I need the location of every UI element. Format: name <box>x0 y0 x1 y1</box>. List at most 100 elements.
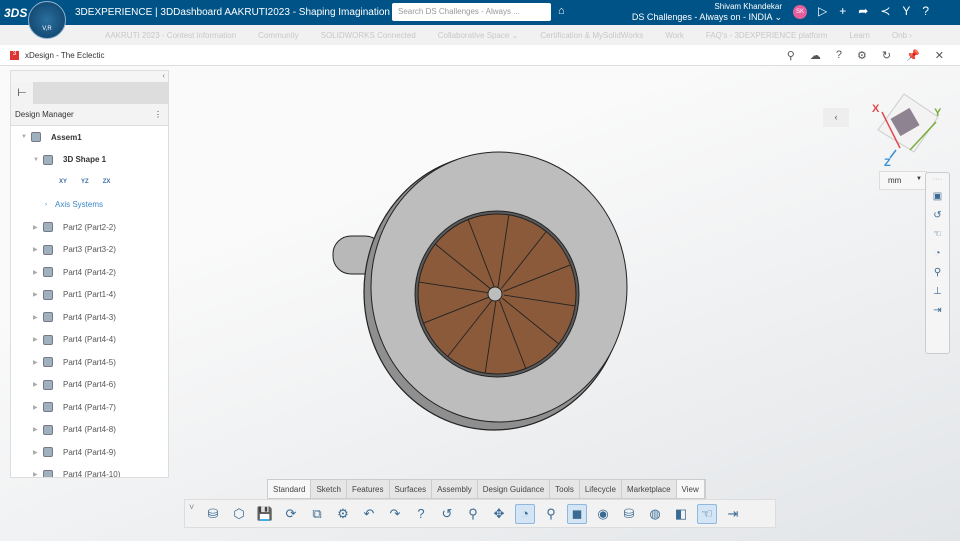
view-orient-icon[interactable]: ◧ <box>671 504 691 524</box>
dashboard-tab[interactable]: Collaborative Space ⌄ <box>438 31 519 40</box>
exit-icon[interactable]: ⇥ <box>933 305 941 316</box>
dashboard-tab[interactable]: Certification & MySolidWorks <box>540 31 643 40</box>
exit-view-icon[interactable]: ⇥ <box>723 504 743 524</box>
render-icon[interactable]: ◍ <box>645 504 665 524</box>
section-icon[interactable]: ⛁ <box>619 504 639 524</box>
tree-item[interactable]: ▼ 3D Shape 1 <box>11 149 168 172</box>
tree-item[interactable]: ▶ Part1 (Part1-4) <box>11 284 168 307</box>
compass-button[interactable]: V,R <box>28 1 66 39</box>
data-icon[interactable]: ⛁ <box>203 504 223 524</box>
expand-icon[interactable]: ▶ <box>33 359 43 366</box>
tab-surfaces[interactable]: Surfaces <box>390 480 433 498</box>
tab-lifecycle[interactable]: Lifecycle <box>580 480 622 498</box>
dashboard-tab[interactable]: SOLIDWORKS Connected <box>321 31 416 40</box>
rotate-lock-icon[interactable]: ↺ <box>437 504 457 524</box>
network-icon[interactable]: ≺ <box>880 4 890 18</box>
tree-item[interactable]: ▶ Part2 (Part2-2) <box>11 216 168 239</box>
dashboard-tab[interactable]: Learn <box>849 31 869 40</box>
help-icon[interactable]: ? <box>922 4 929 18</box>
dashboard-tab[interactable]: AAKRUTI 2023 - Contest information <box>105 31 236 40</box>
dashboard-tab[interactable]: Work <box>665 31 684 40</box>
tree-item[interactable]: ▶ Part3 (Part3-2) <box>11 239 168 262</box>
insert-icon[interactable]: ⧉ <box>307 504 327 524</box>
avatar[interactable]: SK <box>793 5 807 19</box>
tab-tools[interactable]: Tools <box>550 480 580 498</box>
view-cube-icon[interactable]: ◼ <box>567 503 587 524</box>
undo-icon[interactable]: ↶ <box>359 504 379 524</box>
tree-item[interactable]: ▼ Assem1 <box>11 126 168 149</box>
collapse-panel-button[interactable]: ‹ <box>823 108 849 127</box>
tree-item[interactable]: ▶ Part4 (Part4-7) <box>11 396 168 419</box>
gear-icon[interactable]: ⚙ <box>857 49 867 62</box>
units-dropdown[interactable]: mm ▼ <box>879 171 927 190</box>
tab-sketch[interactable]: Sketch <box>311 480 347 498</box>
tree-item[interactable]: ▶ Part4 (Part4-10) <box>11 464 168 477</box>
redo-icon[interactable]: ↷ <box>385 504 405 524</box>
pin-icon[interactable]: 📌 <box>906 49 920 62</box>
plane-xy-icon[interactable]: XY <box>59 179 67 185</box>
dashboard-tab[interactable]: FAQ's - 3DEXPERIENCE platform <box>706 31 828 40</box>
expand-icon[interactable]: ▼ <box>21 134 31 140</box>
tab-assembly[interactable]: Assembly <box>432 480 478 498</box>
tree-item[interactable]: › Axis Systems <box>11 194 168 217</box>
expand-icon[interactable]: ▶ <box>33 449 43 456</box>
expand-icon[interactable]: ▶ <box>33 426 43 433</box>
expand-toolbar-icon[interactable]: ˅ <box>189 502 194 512</box>
search-icon[interactable]: ⚲ <box>787 49 795 62</box>
plane-icon[interactable]: ⊥ <box>933 286 942 297</box>
print-icon[interactable]: ▣ <box>933 191 942 202</box>
save-icon[interactable]: 💾 <box>255 504 275 524</box>
close-icon[interactable]: ✕ <box>935 49 944 62</box>
tree-item[interactable]: ▶ Part4 (Part4-9) <box>11 441 168 464</box>
help-icon[interactable]: ? <box>836 49 842 62</box>
expand-icon[interactable]: ▶ <box>33 471 43 477</box>
dashboard-tab[interactable]: Community <box>258 31 298 40</box>
select-icon[interactable]: ☜ <box>697 503 717 524</box>
tab-features[interactable]: Features <box>347 480 390 498</box>
options-icon[interactable]: ⚙ <box>333 504 353 524</box>
plane-yz-icon[interactable]: YZ <box>81 179 89 185</box>
help-icon[interactable]: ? <box>411 504 431 524</box>
zoom-icon[interactable]: ⚲ <box>934 267 941 278</box>
tree-item[interactable]: ▶ Part4 (Part4-3) <box>11 306 168 329</box>
expand-icon[interactable]: ▶ <box>33 269 43 276</box>
expand-icon[interactable]: ▶ <box>33 314 43 321</box>
share-icon[interactable]: ➦ <box>858 4 868 18</box>
dashboard-title[interactable]: 3DEXPERIENCE | 3DDashboard AAKRUTI2023 -… <box>75 7 401 18</box>
dashboard-tab[interactable]: Onb › <box>892 31 912 40</box>
tab-view[interactable]: View <box>676 480 705 498</box>
tree-item[interactable]: ▶ Part4 (Part4-2) <box>11 261 168 284</box>
visibility-icon[interactable]: ◉ <box>593 504 613 524</box>
expand-icon[interactable]: ▶ <box>33 381 43 388</box>
tree-item[interactable]: ▶ Part4 (Part4-4) <box>11 329 168 352</box>
cloud-icon[interactable]: ☁ <box>810 49 821 62</box>
select-icon[interactable]: ☜ <box>933 229 942 240</box>
rotate-lock-icon[interactable]: ↺ <box>933 210 941 221</box>
add-icon[interactable]: + <box>839 4 846 18</box>
zoom-icon[interactable]: ⚲ <box>463 504 483 524</box>
tab-standard[interactable]: Standard <box>268 480 312 498</box>
compass-app-icon[interactable]: Y <box>902 4 910 18</box>
plane-zx-icon[interactable]: ZX <box>103 179 111 185</box>
tab-marketplace[interactable]: Marketplace <box>622 480 677 498</box>
bookmark-icon[interactable]: ▷ <box>818 4 827 18</box>
tab-design-guidance[interactable]: Design Guidance <box>478 480 551 498</box>
tree-tab-icon[interactable]: ⊢ <box>11 82 33 104</box>
refresh-icon[interactable]: ↻ <box>882 49 891 62</box>
tree-item[interactable]: ▶ Part4 (Part4-5) <box>11 351 168 374</box>
expand-icon[interactable]: ▶ <box>33 246 43 253</box>
expand-icon[interactable]: ▶ <box>33 404 43 411</box>
view-cube[interactable]: X Y Z <box>866 92 946 167</box>
tree-item[interactable]: ▶ Part4 (Part4-8) <box>11 419 168 442</box>
search-input[interactable]: Search DS Challenges - Always ... <box>392 3 551 21</box>
expand-icon[interactable]: ▶ <box>33 336 43 343</box>
pan-icon[interactable]: ✥ <box>489 504 509 524</box>
zoom-area-icon[interactable]: ⚲ <box>541 504 561 524</box>
appearance-icon[interactable]: ◔ <box>934 248 940 259</box>
expand-icon[interactable]: ▼ <box>33 157 43 163</box>
expand-icon[interactable]: ▶ <box>33 291 43 298</box>
new-icon[interactable]: ⬡ <box>229 504 249 524</box>
tag-icon[interactable]: ⌂ <box>558 5 565 17</box>
more-menu-icon[interactable]: ⋮ <box>154 110 162 119</box>
tree-item[interactable]: ▶ Part4 (Part4-6) <box>11 374 168 397</box>
